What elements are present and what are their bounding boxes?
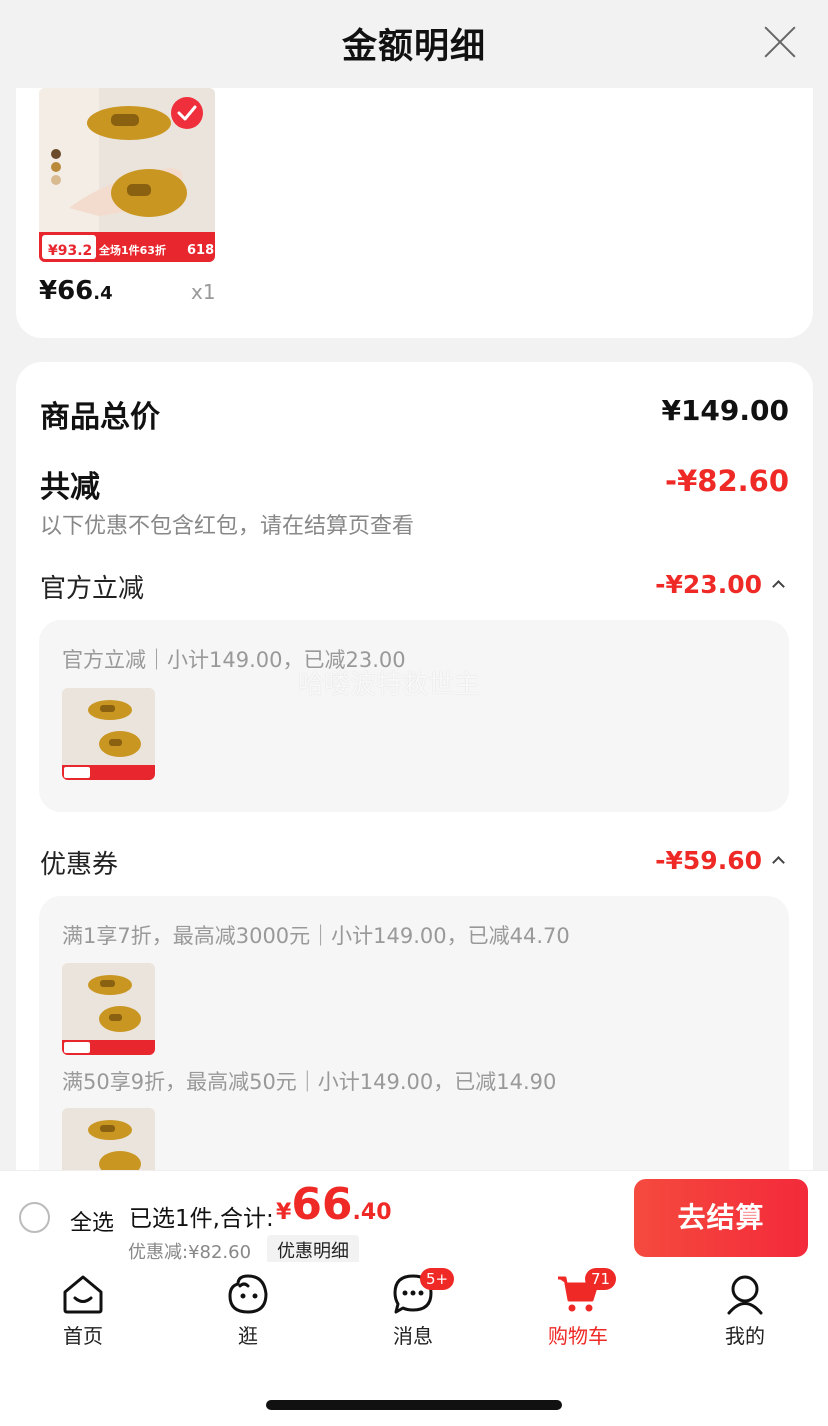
tab-cart[interactable]: 购物车 71 <box>523 1268 633 1349</box>
tab-cart-label: 购物车 <box>548 1324 608 1348</box>
tab-profile[interactable]: 我的 <box>690 1272 800 1349</box>
browse-icon <box>228 1274 268 1314</box>
total-value: ¥149.00 <box>661 394 789 427</box>
home-icon <box>63 1275 103 1314</box>
select-all-radio[interactable] <box>19 1202 50 1233</box>
bottom-tab-bar: 首页 逛 消息 5+ 购物车 71 我的 <box>0 1262 828 1426</box>
svg-text:¥93.2: ¥93.2 <box>48 243 92 259</box>
official-reduction-box: 官方立减｜小计149.00，已减23.00 <box>39 620 789 812</box>
chevron-up-icon <box>772 856 785 869</box>
coupon-line-1: 满1享7折，最高减3000元｜小计149.00，已减44.70 <box>62 924 570 948</box>
total-payable: ¥66.40 <box>276 1179 392 1230</box>
coupon-title: 优惠券 <box>40 850 119 880</box>
chevron-up-icon <box>772 580 785 593</box>
discount-note: 以下优惠不包含红包，请在结算页查看 <box>40 514 415 539</box>
discount-detail-button[interactable]: 优惠明细 <box>267 1235 359 1265</box>
selected-summary: 已选1件,合计: <box>129 1206 274 1232</box>
price-detail-card: 商品总价 ¥149.00 共减 -¥82.60 以下优惠不包含红包，请在结算页查… <box>16 362 813 1276</box>
tab-messages-label: 消息 <box>393 1324 433 1348</box>
coupon-line-2: 满50享9折，最高减50元｜小计149.00，已减14.90 <box>62 1070 557 1094</box>
cart-badge: 71 <box>585 1268 617 1290</box>
tab-browse-label: 逛 <box>238 1324 258 1348</box>
checkout-bar: 全选 已选1件,合计: ¥66.40 优惠减:¥82.60 优惠明细 去结算 <box>0 1170 828 1265</box>
price-decimal: .4 <box>93 283 113 304</box>
product-price: ¥66.4 <box>39 276 113 306</box>
message-badge: 5+ <box>420 1268 455 1290</box>
profile-icon <box>727 1275 763 1315</box>
total-label: 商品总价 <box>40 400 160 435</box>
tab-browse[interactable]: 逛 <box>193 1272 303 1349</box>
payable-currency: ¥ <box>276 1200 292 1225</box>
checkout-button[interactable]: 去结算 <box>634 1179 808 1257</box>
tab-home[interactable]: 首页 <box>28 1272 138 1349</box>
payable-decimal: .40 <box>352 1200 392 1225</box>
coupon-product-thumbnail <box>62 963 155 1055</box>
select-all-label[interactable]: 全选 <box>70 1205 114 1237</box>
home-indicator <box>266 1400 562 1410</box>
product-card: ¥93.2 全场1件63折 618 ¥66.4 x1 <box>16 88 813 338</box>
product-quantity: x1 <box>191 280 216 304</box>
reduce-label: 共减 <box>40 470 100 505</box>
checked-icon[interactable] <box>171 97 203 129</box>
sheet-header: 金额明细 <box>0 0 828 88</box>
watermark-text: 哈喽波特救世主 <box>298 670 481 700</box>
official-reduction-title: 官方立减 <box>40 574 145 604</box>
payable-integer: 66 <box>291 1179 353 1230</box>
reduce-value: -¥82.60 <box>665 464 789 498</box>
official-reduction-toggle[interactable]: -¥23.00 <box>655 570 785 599</box>
sheet-title: 金额明细 <box>341 27 486 67</box>
close-icon[interactable] <box>762 24 798 60</box>
tab-profile-label: 我的 <box>725 1324 765 1348</box>
svg-text:618: 618 <box>187 243 214 258</box>
official-product-thumbnail <box>62 688 155 780</box>
official-reduction-amount: -¥23.00 <box>655 570 762 599</box>
price-integer: ¥66 <box>39 276 94 306</box>
saved-amount: 优惠减:¥82.60 <box>128 1242 252 1263</box>
svg-text:全场1件63折: 全场1件63折 <box>98 243 166 257</box>
tab-messages[interactable]: 消息 5+ <box>358 1268 468 1349</box>
tab-home-label: 首页 <box>63 1324 103 1348</box>
coupon-amount: -¥59.60 <box>655 846 762 875</box>
coupon-toggle[interactable]: -¥59.60 <box>655 846 785 875</box>
